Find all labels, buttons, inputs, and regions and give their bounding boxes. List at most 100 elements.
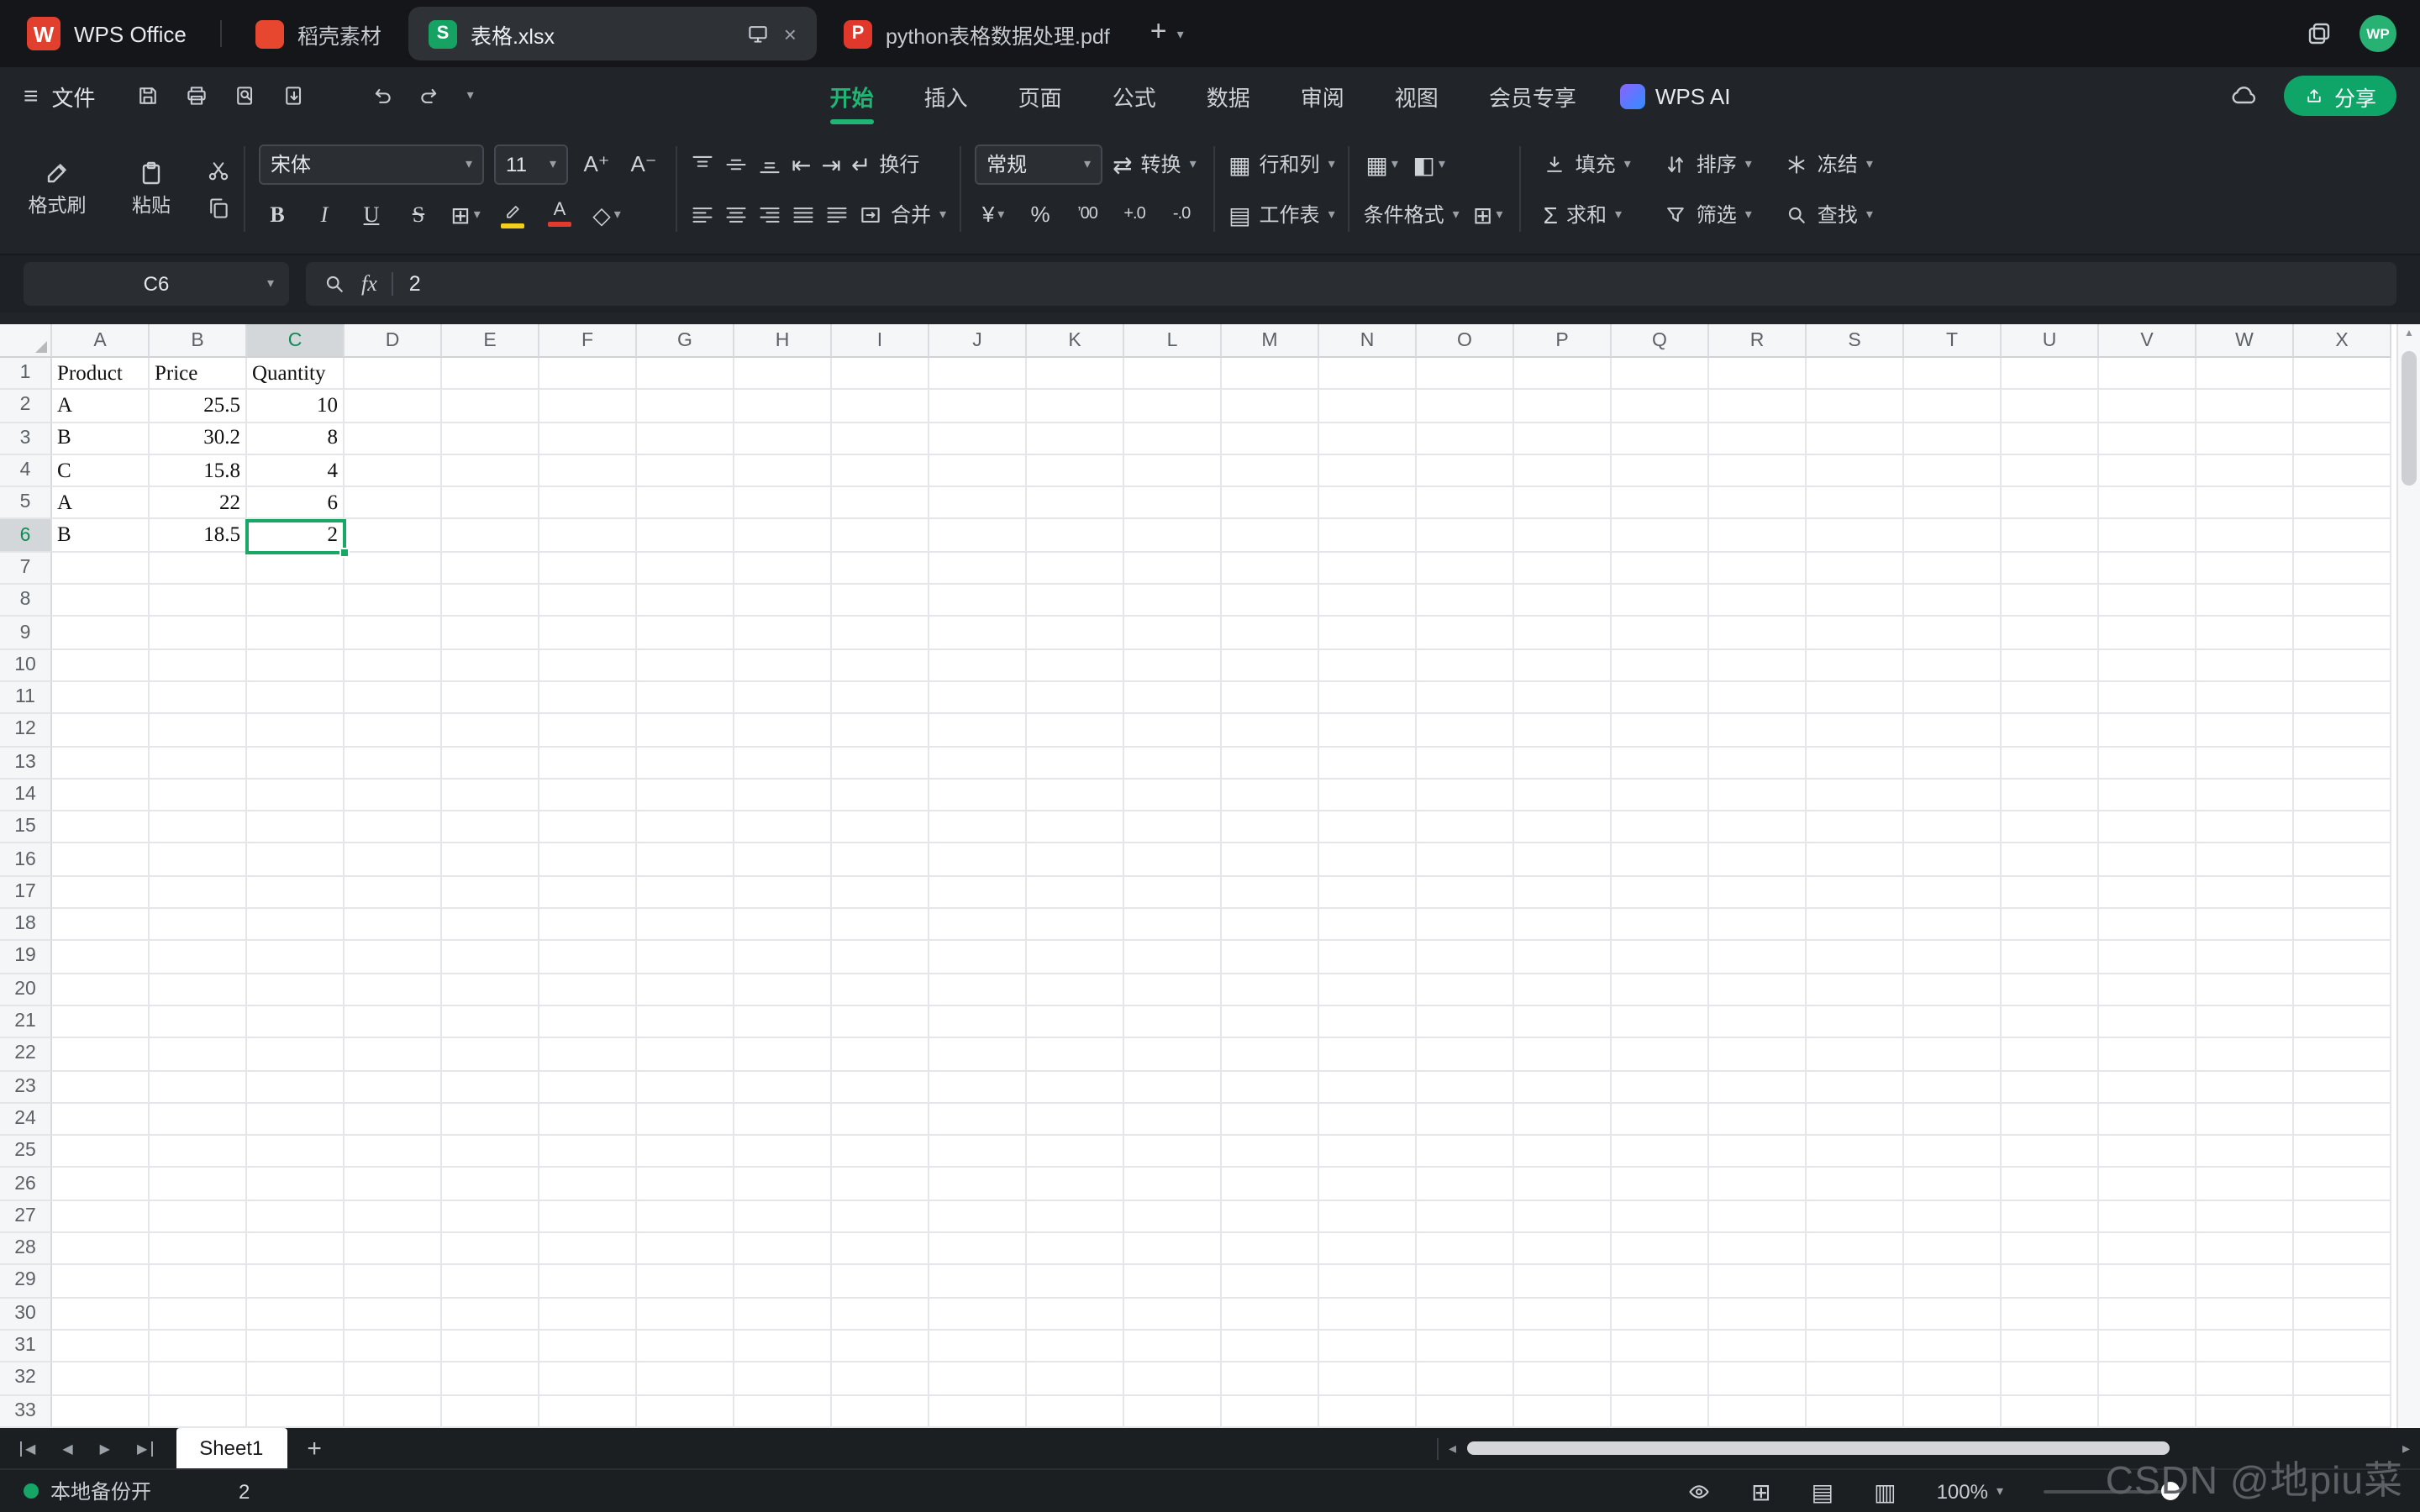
- column-header-O[interactable]: O: [1417, 324, 1514, 358]
- cell-E24[interactable]: [442, 1103, 539, 1137]
- cell-R3[interactable]: [1709, 423, 1807, 455]
- cell-C16[interactable]: [247, 843, 345, 877]
- cell-H32[interactable]: [734, 1362, 832, 1395]
- cell-U27[interactable]: [2002, 1200, 2099, 1234]
- cell-F28[interactable]: [539, 1233, 637, 1266]
- cell-U8[interactable]: [2002, 585, 2099, 617]
- cell-E31[interactable]: [442, 1330, 539, 1363]
- cell-N29[interactable]: [1319, 1265, 1417, 1299]
- cell-L33[interactable]: [1124, 1395, 1222, 1428]
- cell-I25[interactable]: [832, 1136, 929, 1168]
- cell-O28[interactable]: [1417, 1233, 1514, 1266]
- cell-T23[interactable]: [1904, 1071, 2002, 1104]
- cell-N31[interactable]: [1319, 1330, 1417, 1363]
- cell-D2[interactable]: [345, 390, 442, 423]
- cell-F30[interactable]: [539, 1298, 637, 1331]
- cell-B6[interactable]: 18.5: [150, 519, 247, 553]
- menu-tab-7[interactable]: 视图: [1395, 67, 1439, 124]
- cell-D3[interactable]: [345, 423, 442, 455]
- cell-E29[interactable]: [442, 1265, 539, 1299]
- cell-B29[interactable]: [150, 1265, 247, 1299]
- cell-H10[interactable]: [734, 649, 832, 682]
- cell-D24[interactable]: [345, 1103, 442, 1137]
- cell-Q14[interactable]: [1612, 779, 1709, 812]
- cell-C9[interactable]: [247, 617, 345, 650]
- cell-K15[interactable]: [1027, 811, 1124, 844]
- row-header-24[interactable]: 24: [0, 1103, 52, 1137]
- cell-G15[interactable]: [637, 811, 734, 844]
- cell-J3[interactable]: [929, 423, 1027, 455]
- cell-E15[interactable]: [442, 811, 539, 844]
- cell-I7[interactable]: [832, 552, 929, 585]
- cell-F16[interactable]: [539, 843, 637, 877]
- cell-P22[interactable]: [1514, 1038, 1612, 1072]
- cell-C24[interactable]: [247, 1103, 345, 1137]
- cell-D31[interactable]: [345, 1330, 442, 1363]
- cell-N30[interactable]: [1319, 1298, 1417, 1331]
- cell-M5[interactable]: [1222, 487, 1319, 520]
- cell-X10[interactable]: [2294, 649, 2391, 682]
- cell-Q16[interactable]: [1612, 843, 1709, 877]
- cell-T22[interactable]: [1904, 1038, 2002, 1072]
- cell-O3[interactable]: [1417, 423, 1514, 455]
- decrease-decimal-button[interactable]: -.0: [1163, 194, 1200, 234]
- cell-I13[interactable]: [832, 747, 929, 780]
- cell-Q8[interactable]: [1612, 585, 1709, 617]
- cell-W9[interactable]: [2196, 617, 2294, 650]
- cell-T21[interactable]: [1904, 1005, 2002, 1039]
- cell-N15[interactable]: [1319, 811, 1417, 844]
- cell-I8[interactable]: [832, 585, 929, 617]
- cell-E12[interactable]: [442, 714, 539, 748]
- cell-L25[interactable]: [1124, 1136, 1222, 1168]
- cell-S2[interactable]: [1807, 390, 1904, 423]
- cell-D5[interactable]: [345, 487, 442, 520]
- cell-I3[interactable]: [832, 423, 929, 455]
- cell-A1[interactable]: Product: [52, 358, 150, 391]
- cell-M22[interactable]: [1222, 1038, 1319, 1072]
- cell-F33[interactable]: [539, 1395, 637, 1428]
- cell-Q25[interactable]: [1612, 1136, 1709, 1168]
- cell-E10[interactable]: [442, 649, 539, 682]
- sum-button[interactable]: Σ 求和 ▾: [1544, 194, 1622, 234]
- cell-T30[interactable]: [1904, 1298, 2002, 1331]
- cell-V15[interactable]: [2099, 811, 2196, 844]
- row-header-8[interactable]: 8: [0, 585, 52, 617]
- cell-G12[interactable]: [637, 714, 734, 748]
- cell-J1[interactable]: [929, 358, 1027, 391]
- cell-J9[interactable]: [929, 617, 1027, 650]
- cell-K33[interactable]: [1027, 1395, 1124, 1428]
- cell-M14[interactable]: [1222, 779, 1319, 812]
- cell-M27[interactable]: [1222, 1200, 1319, 1234]
- cell-R24[interactable]: [1709, 1103, 1807, 1137]
- cell-J14[interactable]: [929, 779, 1027, 812]
- column-header-L[interactable]: L: [1124, 324, 1222, 358]
- cell-M1[interactable]: [1222, 358, 1319, 391]
- cell-Q28[interactable]: [1612, 1233, 1709, 1266]
- cell-N26[interactable]: [1319, 1168, 1417, 1201]
- cell-K12[interactable]: [1027, 714, 1124, 748]
- cell-K26[interactable]: [1027, 1168, 1124, 1201]
- cell-A13[interactable]: [52, 747, 150, 780]
- cell-H9[interactable]: [734, 617, 832, 650]
- scroll-up-icon[interactable]: ▲: [2398, 329, 2420, 339]
- cell-G2[interactable]: [637, 390, 734, 423]
- cell-S27[interactable]: [1807, 1200, 1904, 1234]
- cell-R23[interactable]: [1709, 1071, 1807, 1104]
- previous-sheet-button[interactable]: ◀: [62, 1441, 72, 1456]
- cell-V29[interactable]: [2099, 1265, 2196, 1299]
- cell-M11[interactable]: [1222, 681, 1319, 715]
- cell-D15[interactable]: [345, 811, 442, 844]
- cell-D1[interactable]: [345, 358, 442, 391]
- cell-U30[interactable]: [2002, 1298, 2099, 1331]
- cell-S29[interactable]: [1807, 1265, 1904, 1299]
- cell-G26[interactable]: [637, 1168, 734, 1201]
- cell-O18[interactable]: [1417, 909, 1514, 942]
- cell-W29[interactable]: [2196, 1265, 2294, 1299]
- cell-J7[interactable]: [929, 552, 1027, 585]
- cell-L24[interactable]: [1124, 1103, 1222, 1137]
- cell-K19[interactable]: [1027, 941, 1124, 974]
- cell-O14[interactable]: [1417, 779, 1514, 812]
- cell-L30[interactable]: [1124, 1298, 1222, 1331]
- cell-D27[interactable]: [345, 1200, 442, 1234]
- cell-P7[interactable]: [1514, 552, 1612, 585]
